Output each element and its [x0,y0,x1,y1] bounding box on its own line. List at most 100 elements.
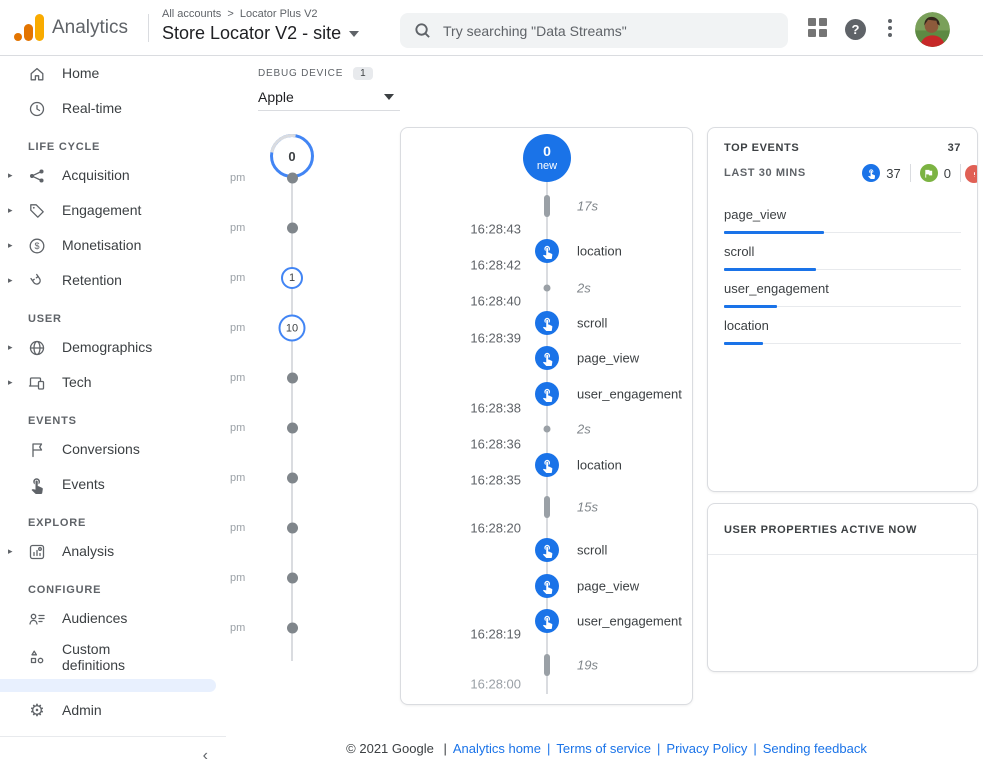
top-app-bar: Analytics All accounts > Locator Plus V2… [0,0,983,56]
stream-timestamp: 16:28:35 [401,473,521,488]
event-icon[interactable] [535,538,559,562]
property-selector[interactable]: Store Locator V2 - site [162,23,359,44]
event-icon[interactable] [535,453,559,477]
top-event-name: scroll [724,244,754,259]
stream-current-bubble[interactable]: 0 new [523,134,571,182]
tap-icon [540,351,555,366]
top-event-name: location [724,318,769,333]
counter-divider [960,164,961,182]
minute-marker-dot[interactable] [287,173,298,184]
counter-value: 37 [886,166,900,181]
event-name[interactable]: user_engagement [577,614,682,629]
footer-link[interactable]: Privacy Policy [666,741,747,756]
conversions-icon [28,441,46,459]
minute-marker-dot[interactable] [287,423,298,434]
sidebar-item-engagement[interactable]: ▸Engagement [0,193,226,228]
minute-time-label: pm [230,472,250,484]
minute-marker-dot[interactable] [287,523,298,534]
minute-time-label: pm [230,172,250,184]
sidebar-item-demographics[interactable]: ▸Demographics [0,330,226,365]
event-icon[interactable] [535,346,559,370]
sidebar-item-admin[interactable]: ⚙Admin [0,693,226,728]
avatar[interactable] [915,12,950,47]
tap-icon [862,164,880,182]
sidebar-nav: HomeReal-timeLIFE CYCLE▸Acquisition▸Enga… [0,56,226,728]
sidebar-item-events[interactable]: Events [0,467,226,502]
breadcrumb-parent[interactable]: Locator Plus V2 [240,8,318,20]
event-icon[interactable] [535,609,559,633]
event-name[interactable]: location [577,244,622,259]
event-name[interactable]: scroll [577,543,607,558]
top-event-row[interactable]: user_engagement [724,270,961,307]
sidebar-item-label: Monetisation [62,237,141,253]
minute-marker-dot[interactable] [287,223,298,234]
footer-separator: | [547,741,550,756]
tap-icon [540,458,555,473]
minute-marker-count[interactable]: 1 [281,267,303,289]
expand-caret-icon[interactable]: ▸ [8,275,22,286]
home-icon [28,65,46,83]
help-icon[interactable]: ? [845,19,866,40]
more-vert-icon[interactable] [888,19,892,37]
retention-icon [28,272,46,290]
counter-value: 0 [944,166,951,181]
search-icon [414,22,431,39]
flag-icon [920,164,938,182]
minute-marker-dot[interactable] [287,373,298,384]
search-input[interactable]: Try searching "Data Streams" [400,13,788,48]
debug-device-select[interactable]: Apple [258,84,400,111]
sidebar-item-home[interactable]: Home [0,56,226,91]
sidebar-item-conversions[interactable]: Conversions [0,432,226,467]
sidebar-item-tech[interactable]: ▸Tech [0,365,226,400]
expand-caret-icon[interactable]: ▸ [8,205,22,216]
sidebar-item-monetisation[interactable]: ▸ $ Monetisation [0,228,226,263]
event-icon[interactable] [535,574,559,598]
top-events-period: LAST 30 MINS [724,167,806,179]
event-name[interactable]: location [577,458,622,473]
expand-caret-icon[interactable]: ▸ [8,377,22,388]
minute-marker-dot[interactable] [287,573,298,584]
event-name[interactable]: scroll [577,316,607,331]
footer-links: |Analytics home|Terms of service|Privacy… [437,741,866,756]
gap-dot [544,285,551,292]
sidebar-item-audiences[interactable]: Audiences [0,601,226,636]
minute-marker-dot[interactable] [287,623,298,634]
debug-device-count-badge: 1 [353,67,373,80]
sidebar-item-retention[interactable]: ▸Retention [0,263,226,298]
event-icon[interactable] [535,382,559,406]
footer-link[interactable]: Analytics home [453,741,541,756]
breadcrumb[interactable]: All accounts > Locator Plus V2 [162,8,318,20]
minute-marker-count[interactable]: 10 [279,315,306,342]
minute-marker-dot[interactable] [287,473,298,484]
apps-grid-icon[interactable] [808,18,827,37]
sidebar-item-analysis[interactable]: ▸Analysis [0,534,226,569]
top-event-name: user_engagement [724,281,829,296]
analytics-logo-icon[interactable] [14,13,44,41]
footer-link[interactable]: Sending feedback [763,741,867,756]
expand-caret-icon[interactable]: ▸ [8,240,22,251]
expand-caret-icon[interactable]: ▸ [8,342,22,353]
selected-nav-highlight[interactable] [0,679,216,692]
expand-caret-icon[interactable]: ▸ [8,546,22,557]
duration-label: 2s [577,281,591,296]
event-icon[interactable] [535,239,559,263]
top-event-row[interactable]: location [724,307,961,344]
event-name[interactable]: user_engagement [577,387,682,402]
admin-icon: ⚙ [28,702,46,720]
minute-marker-current[interactable]: 0 [270,134,314,178]
sidebar-item-real-time[interactable]: Real-time [0,91,226,126]
nav-section-label: EXPLORE [0,502,226,534]
event-name[interactable]: page_view [577,351,639,366]
sidebar-item-acquisition[interactable]: ▸Acquisition [0,158,226,193]
top-event-row[interactable]: scroll [724,233,961,270]
sidebar-item-custom-definitions[interactable]: Custom definitions [0,636,226,678]
monetisation-icon: $ [28,237,46,255]
collapse-sidebar-button[interactable]: ‹ [0,737,226,775]
footer-link[interactable]: Terms of service [556,741,651,756]
top-event-row[interactable]: page_view [724,196,961,233]
expand-caret-icon[interactable]: ▸ [8,170,22,181]
breadcrumb-root[interactable]: All accounts [162,8,221,20]
event-name[interactable]: page_view [577,579,639,594]
event-icon[interactable] [535,311,559,335]
custom-definitions-icon [28,648,46,666]
